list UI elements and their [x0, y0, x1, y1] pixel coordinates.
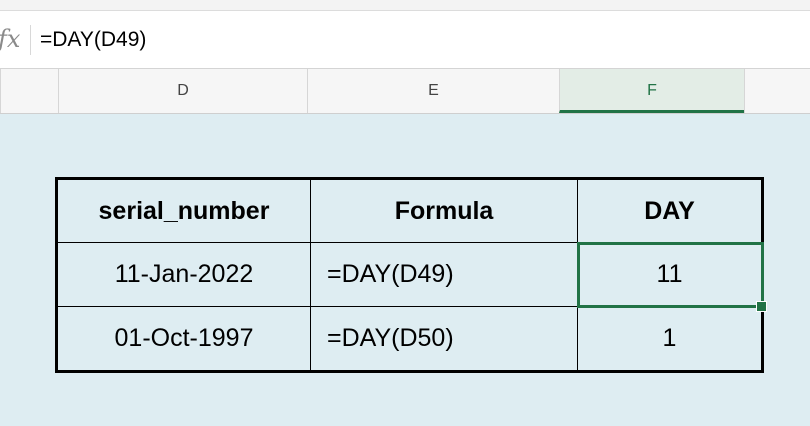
cell-formula[interactable]: =DAY(D50) [310, 306, 578, 372]
column-header-row: D E F [0, 69, 810, 114]
cell-day[interactable]: 1 [577, 306, 763, 372]
fx-icon[interactable]: fx [0, 25, 20, 53]
table-header-row: serial_number Formula DAY [56, 178, 763, 243]
table-row: 11-Jan-2022 =DAY(D49) 11 [56, 241, 767, 312]
header-serial-number[interactable]: serial_number [56, 178, 311, 243]
formula-bar: fx [0, 11, 810, 69]
data-table: serial_number Formula DAY 11-Jan-2022 =D… [55, 177, 767, 373]
formula-input[interactable] [40, 25, 800, 55]
formula-bar-separator [30, 25, 31, 55]
cell-serial-number[interactable]: 11-Jan-2022 [56, 242, 311, 307]
cell-day-value: 11 [656, 260, 683, 288]
header-day[interactable]: DAY [577, 178, 763, 243]
column-header-g[interactable] [744, 69, 810, 113]
column-header-f[interactable]: F [559, 69, 744, 113]
table-row: 01-Oct-1997 =DAY(D50) 1 [56, 306, 763, 372]
cell-formula[interactable]: =DAY(D49) [310, 242, 578, 307]
fill-handle[interactable] [756, 301, 767, 312]
column-header-c[interactable] [0, 69, 58, 113]
cell-serial-number[interactable]: 01-Oct-1997 [56, 306, 311, 372]
cell-day-selected[interactable]: 11 [576, 241, 767, 312]
column-header-e[interactable]: E [307, 69, 559, 113]
column-header-d[interactable]: D [58, 69, 307, 113]
sheet-grid: serial_number Formula DAY 11-Jan-2022 =D… [0, 114, 810, 426]
header-formula[interactable]: Formula [310, 178, 578, 243]
window-top-strip [0, 0, 810, 11]
